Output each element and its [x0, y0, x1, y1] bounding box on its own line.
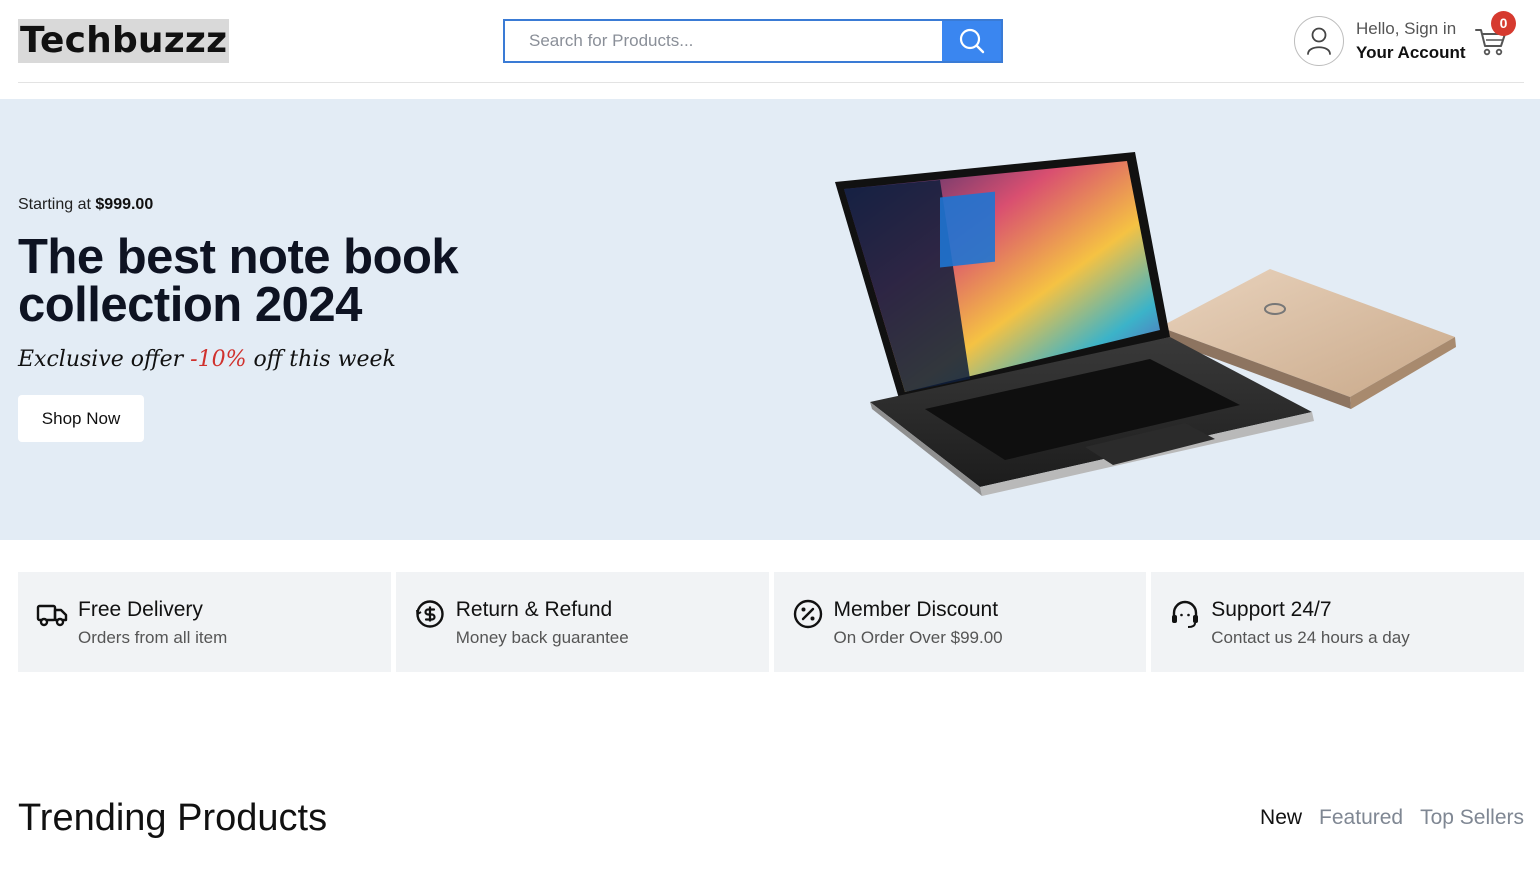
feature-title: Support 24/7: [1211, 598, 1332, 621]
site-header: Techbuzzz Hello, Sign in Your Account: [18, 0, 1524, 83]
refund-icon: [415, 600, 444, 628]
tab-top-sellers[interactable]: Top Sellers: [1420, 806, 1524, 830]
truck-icon: [36, 604, 68, 627]
discount-icon: [793, 599, 822, 629]
hero-offer: Exclusive offer -10% off this week: [18, 347, 396, 372]
search-button[interactable]: [942, 21, 1001, 61]
tab-featured[interactable]: Featured: [1319, 806, 1403, 830]
user-avatar-icon: [1294, 16, 1344, 66]
feature-subtitle: Money back guarantee: [455, 628, 629, 647]
search-icon: [959, 28, 984, 54]
hero-offer-suffix: off this week: [253, 347, 396, 372]
hero-banner: Starting at $999.00 The best note book c…: [0, 99, 1540, 540]
feature-return-refund: Return & Refund Money back guarantee: [395, 572, 769, 672]
feature-title: Return & Refund: [455, 598, 613, 621]
feature-title: Free Delivery: [78, 598, 203, 621]
section-title-trending: Trending Products: [18, 797, 328, 839]
feature-title: Member Discount: [833, 598, 999, 621]
tab-new[interactable]: New: [1260, 806, 1302, 830]
hero-offer-prefix: Exclusive offer: [18, 347, 184, 372]
site-logo[interactable]: Techbuzzz: [18, 19, 230, 63]
account-label: Your Account: [1356, 43, 1466, 62]
hero-offer-percent: -10%: [190, 347, 247, 372]
hero-price: $999.00: [95, 196, 154, 213]
headset-icon: [1172, 600, 1199, 628]
feature-free-delivery: Free Delivery Orders from all item: [18, 572, 391, 672]
account-text: Hello, Sign in Your Account: [1356, 17, 1466, 65]
laptop-image: [835, 152, 1456, 496]
account-greeting: Hello, Sign in: [1356, 19, 1457, 38]
search-input[interactable]: [505, 21, 942, 61]
feature-subtitle: On Order Over $99.00: [833, 628, 1003, 647]
shop-now-button[interactable]: Shop Now: [18, 395, 144, 442]
feature-support: Support 24/7 Contact us 24 hours a day: [1151, 572, 1524, 672]
hero-starting-price: Starting at $999.00: [18, 196, 153, 214]
features-strip: Free Delivery Orders from all item Retur…: [18, 572, 1524, 672]
hero-starting-prefix: Starting at: [18, 196, 91, 213]
account-link[interactable]: Hello, Sign in Your Account: [1294, 16, 1466, 66]
search-bar: [503, 19, 1003, 63]
hero-title: The best note book collection 2024: [18, 230, 459, 332]
feature-subtitle: Contact us 24 hours a day: [1211, 628, 1410, 647]
feature-member-discount: Member Discount On Order Over $99.00: [773, 572, 1147, 672]
trending-tabs: New Featured Top Sellers: [1260, 806, 1524, 830]
cart-count-badge: 0: [1491, 11, 1516, 36]
feature-subtitle: Orders from all item: [78, 628, 228, 647]
